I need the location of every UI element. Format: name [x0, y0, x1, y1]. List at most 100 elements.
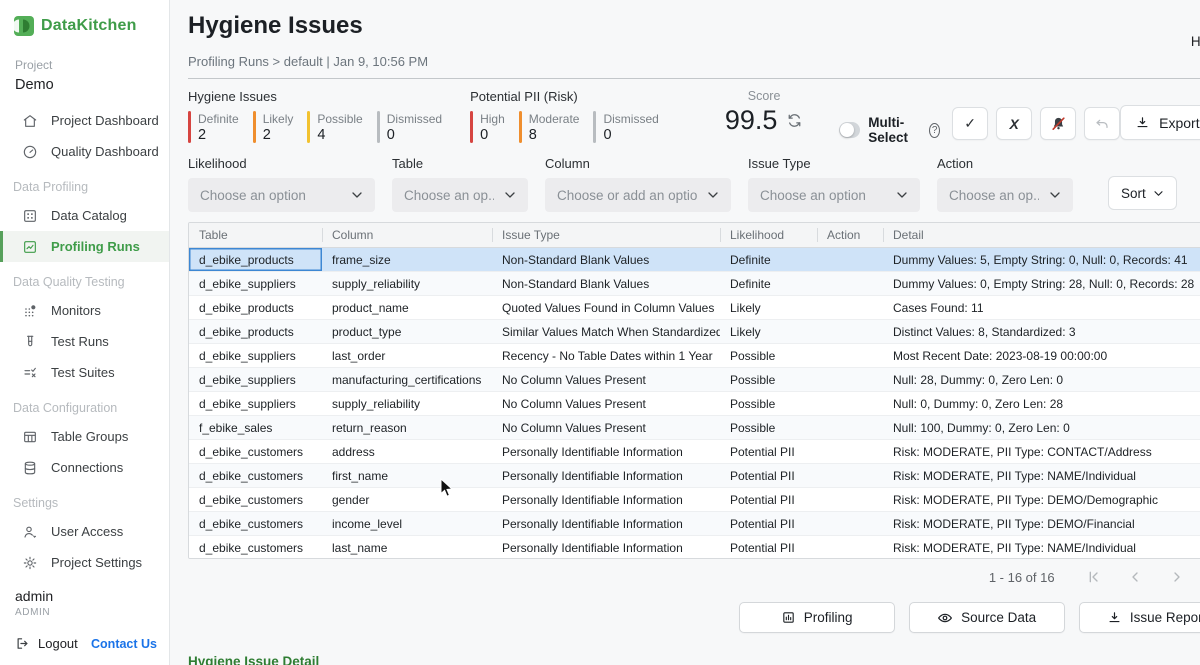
action-select[interactable]: Choose an op... [937, 178, 1073, 212]
table-row[interactable]: d_ebike_products product_name Quoted Val… [189, 296, 1200, 320]
sidebar-item-profiling-runs[interactable]: Profiling Runs [0, 231, 169, 262]
cell-issue-type: No Column Values Present [492, 392, 720, 415]
cell-action [817, 440, 883, 463]
refresh-icon[interactable] [786, 112, 803, 129]
approve-button[interactable]: ✓ [952, 107, 988, 140]
stat-label: Moderate [529, 112, 580, 126]
cell-detail: Distinct Values: 8, Standardized: 3 [883, 320, 1200, 343]
prev-page-icon[interactable] [1127, 569, 1143, 585]
cell-column: supply_reliability [322, 392, 492, 415]
sidebar-item-project-dashboard[interactable]: Project Dashboard [0, 105, 169, 136]
sidebar-item-quality-dashboard[interactable]: Quality Dashboard [0, 136, 169, 167]
table-select[interactable]: Choose an op... [392, 178, 528, 212]
help-circle-icon[interactable]: ? [929, 123, 940, 138]
user-icon [22, 524, 38, 540]
export-button[interactable]: Export [1120, 105, 1200, 140]
stat-pii-dismissed: Dismissed0 [593, 111, 658, 143]
cell-action [817, 272, 883, 295]
profiling-label: Profiling [804, 610, 853, 625]
sidebar-item-connections[interactable]: Connections [0, 452, 169, 483]
sidebar-item-user-access[interactable]: User Access [0, 516, 169, 547]
project-name: Demo [15, 77, 169, 93]
sidebar-item-data-catalog[interactable]: Data Catalog [0, 200, 169, 231]
stat-label: Dismissed [603, 112, 658, 126]
source-data-button[interactable]: Source Data [909, 602, 1065, 633]
sort-label: Sort [1121, 186, 1146, 201]
filter-label: Action [937, 156, 1073, 171]
table-row[interactable]: d_ebike_customers gender Personally Iden… [189, 488, 1200, 512]
user-name: admin [15, 588, 169, 604]
chevron-down-icon [896, 191, 908, 199]
sidebar-item-monitors[interactable]: Monitors [0, 295, 169, 326]
table-row[interactable]: d_ebike_suppliers last_order Recency - N… [189, 344, 1200, 368]
undo-button[interactable] [1084, 107, 1120, 140]
cell-likelihood: Possible [720, 368, 817, 391]
stat-color-bar [307, 111, 310, 143]
likelihood-select[interactable]: Choose an option [188, 178, 375, 212]
table-row[interactable]: f_ebike_sales return_reason No Column Va… [189, 416, 1200, 440]
issue-type-select[interactable]: Choose an option [748, 178, 920, 212]
col-header-action[interactable]: Action [817, 223, 883, 247]
cell-detail: Risk: MODERATE, PII Type: DEMO/Demograph… [883, 488, 1200, 511]
logout-button[interactable]: Logout [15, 636, 78, 651]
table-icon [22, 429, 38, 445]
cell-issue-type: Personally Identifiable Information [492, 536, 720, 559]
help-menu[interactable]: Help [1191, 34, 1200, 49]
chevron-down-icon [351, 191, 363, 199]
sidebar-item-test-suites[interactable]: Test Suites [0, 357, 169, 388]
stat-likely: Likely2 [253, 111, 294, 143]
contact-us-link[interactable]: Contact Us [91, 637, 157, 651]
multi-select-control: Multi-Select ? [839, 115, 940, 145]
select-placeholder: Choose an op... [404, 188, 494, 203]
col-header-likelihood[interactable]: Likelihood [720, 223, 817, 247]
cell-column: manufacturing_certifications [322, 368, 492, 391]
cell-action [817, 248, 883, 271]
sidebar-nav: Project Dashboard Quality Dashboard Data… [0, 105, 169, 582]
col-header-column[interactable]: Column [322, 223, 492, 247]
issue-report-button[interactable]: Issue Report [1079, 602, 1200, 633]
cell-issue-type: Similar Values Match When Standardized [492, 320, 720, 343]
filter-column: Column Choose or add an option [545, 156, 731, 212]
first-page-icon[interactable] [1085, 569, 1101, 585]
stat-value: 4 [317, 127, 362, 143]
cell-table: d_ebike_products [189, 296, 322, 319]
stat-color-bar [377, 111, 380, 143]
issue-report-label: Issue Report [1130, 610, 1200, 625]
col-header-table[interactable]: Table [189, 223, 322, 247]
table-row[interactable]: d_ebike_suppliers manufacturing_certific… [189, 368, 1200, 392]
reject-button[interactable]: X [996, 107, 1032, 140]
table-row[interactable]: d_ebike_customers address Personally Ide… [189, 440, 1200, 464]
cell-table: d_ebike_suppliers [189, 368, 322, 391]
next-page-icon[interactable] [1169, 569, 1185, 585]
col-header-issue-type[interactable]: Issue Type [492, 223, 720, 247]
user-role: ADMIN [15, 607, 169, 618]
cell-detail: Cases Found: 11 [883, 296, 1200, 319]
mute-bell-slash-button[interactable] [1040, 107, 1076, 140]
table-row[interactable]: d_ebike_customers first_name Personally … [189, 464, 1200, 488]
sort-button[interactable]: Sort [1108, 176, 1177, 210]
table-row[interactable]: d_ebike_suppliers supply_reliability Non… [189, 272, 1200, 296]
table-row[interactable]: d_ebike_customers income_level Personall… [189, 512, 1200, 536]
cell-action [817, 320, 883, 343]
chevron-down-icon [1049, 191, 1061, 199]
cell-table[interactable]: d_ebike_products [189, 248, 322, 271]
cell-action [817, 296, 883, 319]
stat-value: 2 [198, 127, 239, 143]
table-row[interactable]: d_ebike_products product_type Similar Va… [189, 320, 1200, 344]
detail-title: Hygiene Issue Detail [188, 654, 1200, 665]
multi-select-toggle[interactable] [839, 122, 860, 138]
column-select[interactable]: Choose or add an option [545, 178, 731, 212]
sidebar-item-test-runs[interactable]: Test Runs [0, 326, 169, 357]
sidebar-item-project-settings[interactable]: Project Settings [0, 547, 169, 578]
database-icon [22, 460, 38, 476]
cell-likelihood: Likely [720, 320, 817, 343]
table-row[interactable]: d_ebike_products frame_size Non-Standard… [189, 248, 1200, 272]
cell-action [817, 392, 883, 415]
stat-high: High0 [470, 111, 505, 143]
sidebar-item-table-groups[interactable]: Table Groups [0, 421, 169, 452]
profiling-button[interactable]: Profiling [739, 602, 895, 633]
cell-column: product_type [322, 320, 492, 343]
table-row[interactable]: d_ebike_suppliers supply_reliability No … [189, 392, 1200, 416]
table-row[interactable]: d_ebike_customers last_name Personally I… [189, 536, 1200, 559]
col-header-detail[interactable]: Detail [883, 223, 1200, 247]
